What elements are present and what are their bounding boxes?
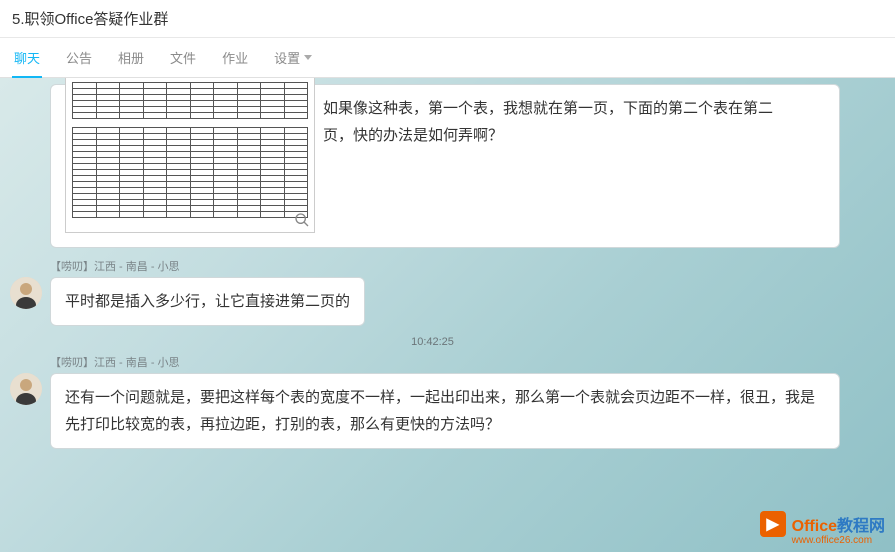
tab-album[interactable]: 相册 [116, 38, 146, 77]
watermark-brand: Office教程网 [792, 512, 885, 536]
avatar[interactable] [10, 373, 42, 405]
chat-area: 如果像这种表，第一个表，我想就在第一页，下面的第二个表在第二 页，快的办法是如何… [0, 78, 895, 552]
sender-info: 【唠叨】江西 - 南昌 - 小思 [50, 354, 855, 370]
sender-location: 江西 - 南昌 - 小思 [94, 261, 180, 273]
chevron-down-icon [304, 55, 312, 60]
watermark-url: www.office26.com [792, 535, 885, 546]
message-bubble: 平时都是插入多少行，让它直接进第二页的 [50, 277, 365, 326]
image-attachment[interactable] [65, 78, 315, 233]
tab-settings[interactable]: 设置 [272, 38, 314, 77]
message-3: 【唠叨】江西 - 南昌 - 小思 还有一个问题就是，要把这样每个表的宽度不一样，… [10, 354, 855, 449]
message-text-part2: 页，快的办法是如何弄啊？ [323, 127, 503, 144]
excel-table-preview-2 [72, 127, 308, 218]
tab-files[interactable]: 文件 [168, 38, 198, 77]
message-bubble: 如果像这种表，第一个表，我想就在第一页，下面的第二个表在第二 页，快的办法是如何… [50, 84, 840, 248]
sender-tag: 【唠叨】 [50, 357, 94, 369]
sender-info: 【唠叨】江西 - 南昌 - 小思 [50, 258, 855, 274]
excel-table-preview-1 [72, 82, 308, 119]
timestamp: 10:42:25 [10, 336, 855, 348]
tab-homework[interactable]: 作业 [220, 38, 250, 77]
sender-location: 江西 - 南昌 - 小思 [94, 357, 180, 369]
message-1: 如果像这种表，第一个表，我想就在第一页，下面的第二个表在第二 页，快的办法是如何… [10, 84, 855, 248]
message-2: 【唠叨】江西 - 南昌 - 小思 平时都是插入多少行，让它直接进第二页的 [10, 258, 855, 326]
settings-label: 设置 [274, 48, 300, 67]
magnify-icon[interactable] [294, 212, 310, 228]
sender-tag: 【唠叨】 [50, 261, 94, 273]
tab-chat[interactable]: 聊天 [12, 38, 42, 77]
message-bubble: 还有一个问题就是，要把这样每个表的宽度不一样，一起出印出来，那么第一个表就会页边… [50, 373, 840, 449]
avatar[interactable] [10, 277, 42, 309]
message-text: 还有一个问题就是，要把这样每个表的宽度不一样，一起出印出来，那么第一个表就会页边… [65, 389, 815, 433]
message-text-part1: 如果像这种表，第一个表，我想就在第一页，下面的第二个表在第二 [323, 100, 773, 117]
watermark: ▶ Office教程网 www.office26.com [760, 511, 885, 546]
tab-bar: 聊天 公告 相册 文件 作业 设置 [0, 38, 895, 78]
tab-announcement[interactable]: 公告 [64, 38, 94, 77]
watermark-logo-icon: ▶ [760, 511, 786, 537]
group-title: 5.职领Office答疑作业群 [0, 0, 895, 38]
message-text: 平时都是插入多少行，让它直接进第二页的 [65, 293, 350, 310]
